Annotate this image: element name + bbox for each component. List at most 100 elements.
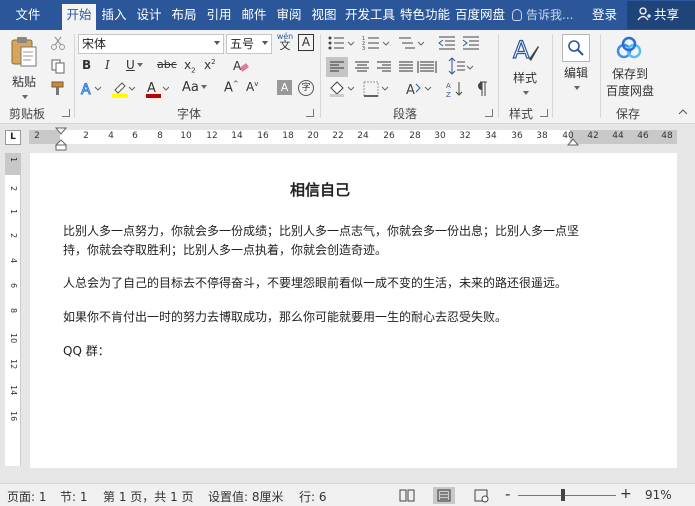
align-right-icon[interactable] [373,57,395,77]
tab-layout[interactable]: 布局 [168,4,200,26]
numbering-icon[interactable]: 123 [362,35,390,51]
justify-icon[interactable] [395,57,417,77]
save-to-baidu-button[interactable]: 保存到 百度网盘 [602,36,658,102]
ruler-mark: 2 [83,131,89,141]
document-paragraph: QQ 群： [63,344,110,358]
tab-references[interactable]: 引用 [203,4,235,26]
change-case-button[interactable]: Aa [182,80,207,95]
tab-developer[interactable]: 开发工具 [343,4,397,26]
vertical-ruler[interactable]: 1 2 1 2 4 6 8 10 12 14 16 [5,153,21,466]
zoom-out-button[interactable]: - [505,485,510,503]
tab-file[interactable]: 文件 [10,4,46,26]
zoom-slider[interactable] [518,495,616,496]
chinese-layout-icon[interactable]: A [405,80,433,98]
bold-button[interactable]: B [82,58,91,72]
tab-selector[interactable]: L [5,130,21,145]
status-bar: 页面: 1 节: 1 第 1 页，共 1 页 设置值: 8厘米 行: 6 - +… [0,483,695,506]
styles-button[interactable]: A 样式 [505,34,545,100]
clipboard-launcher-icon[interactable] [62,109,70,117]
tab-review[interactable]: 审阅 [273,4,305,26]
decrease-indent-icon[interactable] [438,35,456,51]
align-left-icon [330,61,344,72]
vruler-mark: 6 [9,283,18,289]
tab-mailings[interactable]: 邮件 [238,4,270,26]
tab-home[interactable]: 开始 [62,4,96,30]
line-spacing-icon[interactable] [446,57,474,77]
font-color-icon[interactable]: A [145,79,169,99]
vertical-scrollbar[interactable] [680,149,695,482]
font-launcher-icon[interactable] [306,109,314,117]
tell-me-box[interactable]: 告诉我... [512,4,573,26]
zoom-level[interactable]: 91% [645,488,672,502]
read-mode-button[interactable] [396,487,418,504]
paste-button[interactable]: 粘贴 [6,36,42,100]
right-indent-marker-icon[interactable] [567,138,579,146]
status-setting[interactable]: 设置值: 8厘米 [208,488,284,505]
ruler-mark: 10 [180,131,192,141]
grow-font-button[interactable]: A^ [224,80,239,95]
bullets-icon[interactable] [327,35,355,51]
underline-button[interactable]: U [126,58,143,72]
share-button[interactable]: 共享 [627,1,695,29]
vruler-mark: 14 [9,385,18,396]
subscript-button[interactable]: x2 [184,58,196,74]
paragraph-launcher-icon[interactable] [485,109,493,117]
font-size-select[interactable]: 五号 [226,34,272,54]
styles-launcher-icon[interactable] [540,109,548,117]
cut-icon[interactable] [50,35,66,51]
phonetic-guide-button[interactable]: wén 文 [276,32,294,51]
format-painter-icon[interactable] [50,80,66,96]
sort-icon[interactable]: AZ [446,80,464,98]
text-effects-icon[interactable]: A [80,80,102,98]
login-button[interactable]: 登录 [592,4,617,26]
distributed-icon[interactable] [416,57,438,77]
indent-marker-icon[interactable] [55,127,67,151]
tab-insert[interactable]: 插入 [98,4,130,26]
collapse-ribbon-icon[interactable] [677,108,689,116]
show-marks-icon[interactable] [474,81,488,97]
copy-icon[interactable] [50,58,66,74]
document-paragraph: 比别人多一点努力，你就会多一份成绩；比别人多一点志气，你就会多一份出息；比别人多… [63,224,580,257]
align-center-icon[interactable] [351,57,373,77]
status-page[interactable]: 页面: 1 [7,488,47,505]
align-left-button[interactable] [326,57,348,77]
group-divider [600,34,601,118]
baidu-cloud-icon [616,36,642,59]
shrink-font-button[interactable]: Av [246,80,258,94]
italic-button[interactable]: I [105,58,110,72]
increase-indent-icon[interactable] [462,35,480,51]
web-layout-button[interactable] [470,487,492,504]
status-row[interactable]: 行: 6 [299,488,327,505]
borders-icon[interactable] [362,80,390,98]
multilevel-list-icon[interactable] [397,35,425,51]
person-icon [637,7,651,21]
character-border-button[interactable]: A [298,34,314,51]
font-name-select[interactable]: 宋体 [78,34,224,54]
chevron-down-icon [22,95,28,99]
horizontal-ruler[interactable]: 2 2 4 6 8 10 12 14 16 18 20 22 24 26 28 … [29,130,677,144]
strikethrough-button[interactable]: abc [157,58,177,71]
superscript-button[interactable]: x2 [204,58,216,72]
clear-formatting-icon[interactable]: A [232,58,250,74]
editing-button[interactable]: 编辑 [556,34,596,100]
paragraph-group-label: 段落 [393,107,418,121]
zoom-in-button[interactable]: + [620,486,632,502]
font-size-value: 五号 [230,37,255,51]
character-shading-button[interactable]: A [277,80,292,95]
document-paragraph: 如果你不肯付出一时的努力去博取成功，那么你可能就要用一生的耐心去忍受失败。 [63,310,508,324]
enclose-characters-button[interactable]: 字 [298,80,314,96]
chevron-down-icon [262,41,268,45]
status-section[interactable]: 节: 1 [60,488,88,505]
tab-featured[interactable]: 特色功能 [398,4,452,26]
tab-view[interactable]: 视图 [308,4,340,26]
highlight-icon[interactable] [111,79,135,99]
document-page[interactable]: 相信自己 比别人多一点努力，你就会多一份成绩；比别人多一点志气，你就会多一份出息… [30,153,677,468]
status-page-count[interactable]: 第 1 页，共 1 页 [103,488,194,505]
shading-icon[interactable] [328,80,356,98]
print-layout-button[interactable] [433,487,455,504]
svg-text:A: A [406,83,415,98]
zoom-slider-thumb[interactable] [561,489,565,501]
font-group-label: 字体 [177,107,202,121]
tab-baidu-netdisk[interactable]: 百度网盘 [453,4,507,26]
tab-design[interactable]: 设计 [133,4,165,26]
